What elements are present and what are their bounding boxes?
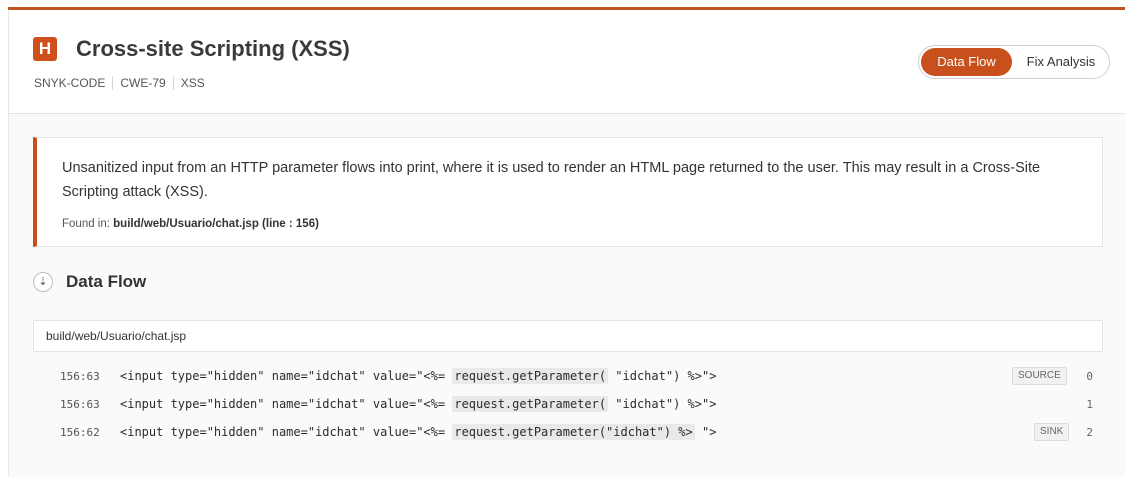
code-snippet: <input type="hidden" name="idchat" value… — [120, 424, 717, 440]
flow-step-row[interactable]: 156:63 <input type="hidden" name="idchat… — [33, 394, 1103, 416]
code-highlight: request.getParameter("idchat") %> — [452, 424, 695, 440]
found-in: Found in: build/web/Usuario/chat.jsp (li… — [62, 218, 319, 230]
step-number: 0 — [1086, 370, 1093, 383]
tag-type: XSS — [172, 76, 212, 90]
code-suffix: "> — [694, 425, 717, 439]
flow-step-row[interactable]: 156:63 <input type="hidden" name="idchat… — [33, 366, 1103, 388]
code-highlight: request.getParameter( — [452, 396, 609, 412]
found-in-label: Found in: — [62, 218, 114, 230]
step-number: 1 — [1086, 398, 1093, 411]
step-number: 2 — [1086, 426, 1093, 439]
found-in-location: build/web/Usuario/chat.jsp (line : 156) — [113, 218, 319, 230]
line-column: 156:62 — [60, 426, 100, 439]
data-flow-heading: Data Flow — [66, 272, 147, 291]
code-snippet: <input type="hidden" name="idchat" value… — [120, 368, 717, 384]
sink-badge: SINK — [1034, 423, 1070, 441]
fix-analysis-tab[interactable]: Fix Analysis — [1015, 48, 1107, 76]
description-text: Unsanitized input from an HTTP parameter… — [62, 160, 1041, 200]
code-suffix: "idchat") %>"> — [608, 369, 717, 383]
tag-source: SNYK-CODE — [34, 76, 106, 90]
line-column: 156:63 — [60, 398, 100, 411]
line-column: 156:63 — [60, 370, 100, 383]
code-suffix: "idchat") %>"> — [608, 397, 717, 411]
issue-tags: SNYK-CODE CWE-79 XSS — [34, 76, 212, 90]
code-prefix: <input type="hidden" name="idchat" value… — [120, 369, 453, 383]
data-flow-tab[interactable]: Data Flow — [921, 48, 1012, 76]
tag-cwe: CWE-79 — [112, 76, 172, 90]
code-prefix: <input type="hidden" name="idchat" value… — [120, 425, 453, 439]
code-snippet: <input type="hidden" name="idchat" value… — [120, 396, 717, 412]
severity-badge: H — [33, 37, 57, 61]
issue-description: Unsanitized input from an HTTP parameter… — [33, 137, 1103, 247]
source-badge: SOURCE — [1012, 367, 1067, 385]
data-flow-icon: ⇣ — [33, 272, 53, 292]
issue-header: H Cross-site Scripting (XSS) SNYK-CODE C… — [9, 10, 1125, 114]
issue-title: Cross-site Scripting (XSS) — [76, 36, 350, 61]
view-toggle: Data Flow Fix Analysis — [918, 45, 1110, 79]
flow-step-row[interactable]: 156:62 <input type="hidden" name="idchat… — [33, 422, 1103, 444]
code-highlight: request.getParameter( — [452, 368, 609, 384]
file-path[interactable]: build/web/Usuario/chat.jsp — [33, 320, 1103, 352]
code-prefix: <input type="hidden" name="idchat" value… — [120, 397, 453, 411]
